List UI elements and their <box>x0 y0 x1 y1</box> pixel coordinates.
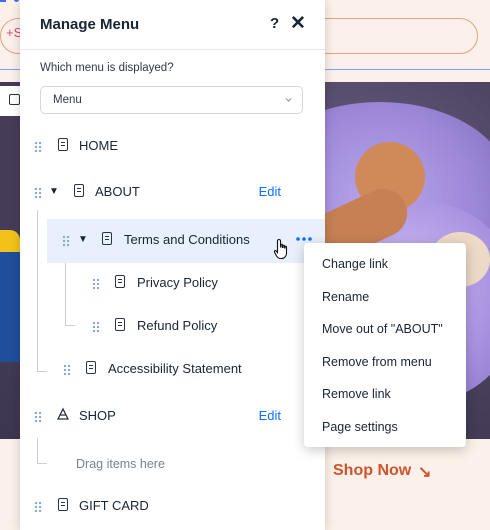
close-button[interactable]: ✕ <box>290 12 306 35</box>
drag-handle-icon[interactable] <box>34 501 42 513</box>
panel-title: Manage Menu <box>40 16 140 33</box>
drag-handle-icon[interactable] <box>62 235 70 247</box>
page-settings-option[interactable]: Page settings <box>304 411 466 444</box>
help-button[interactable]: ? <box>270 15 279 32</box>
menu-item-label: GIFT CARD <box>79 498 149 513</box>
hand-cursor-icon <box>273 238 288 260</box>
edit-about-link[interactable]: Edit <box>259 184 281 199</box>
menu-item-label: Refund Policy <box>137 318 218 333</box>
layout-icon <box>9 94 20 105</box>
tree-corner-shop <box>37 438 47 464</box>
layout-tool-button[interactable] <box>0 86 22 116</box>
drag-handle-icon[interactable] <box>34 141 42 153</box>
menu-item-label: SHOP <box>79 408 116 423</box>
menu-item-label: Terms and Conditions <box>124 232 250 247</box>
edit-shop-link[interactable]: Edit <box>259 408 281 423</box>
page-icon <box>74 184 84 197</box>
panel-header: Manage Menu ? ✕ <box>20 0 325 50</box>
chevron-down-icon <box>285 95 292 102</box>
manage-menu-panel: Manage Menu ? ✕ Which menu is displayed?… <box>20 0 325 530</box>
remove-from-menu-option[interactable]: Remove from menu <box>304 346 466 379</box>
menu-item-gift-card[interactable]: GIFT CARD <box>20 485 325 529</box>
drag-handle-icon[interactable] <box>34 187 42 199</box>
menu-item-label: HOME <box>79 138 118 153</box>
hero-image-blue-bowl <box>0 252 20 362</box>
menu-select-value: Menu <box>53 94 82 106</box>
menu-select[interactable]: Menu <box>40 86 303 114</box>
menu-item-refund-policy[interactable]: Refund Policy <box>20 305 325 349</box>
menu-item-accessibility-statement[interactable]: Accessibility Statement <box>20 348 325 392</box>
drag-handle-icon[interactable] <box>92 278 100 290</box>
menu-item-label: Privacy Policy <box>137 275 218 290</box>
selection-indicator-line <box>0 0 6 2</box>
arrow-down-right-icon: ↘ <box>418 464 432 481</box>
drag-handle-icon[interactable] <box>92 321 100 333</box>
menu-item-privacy-policy[interactable]: Privacy Policy <box>20 262 325 306</box>
drop-placeholder: Drag items here <box>76 457 165 471</box>
menu-item-home[interactable]: HOME <box>20 125 325 169</box>
drag-handle-icon[interactable] <box>34 411 42 423</box>
which-menu-label: Which menu is displayed? <box>40 62 174 74</box>
drag-handle-icon[interactable] <box>63 364 71 376</box>
expand-triangle-icon[interactable]: ▼ <box>78 234 88 245</box>
menu-item-shop[interactable]: SHOP Edit <box>20 395 325 439</box>
context-menu: Change link Rename Move out of "ABOUT" R… <box>304 243 466 447</box>
page-icon <box>58 138 68 151</box>
page-icon <box>115 318 125 331</box>
page-icon <box>58 498 68 511</box>
expand-triangle-icon[interactable]: ▼ <box>49 186 59 197</box>
menu-item-label: ABOUT <box>95 184 140 199</box>
change-link-option[interactable]: Change link <box>304 248 466 281</box>
page-icon <box>115 275 125 288</box>
shop-icon <box>56 407 70 420</box>
menu-item-about[interactable]: ▼ ABOUT Edit <box>20 171 325 215</box>
shop-now-link[interactable]: Shop Now <box>333 462 411 480</box>
menu-item-label: Accessibility Statement <box>108 361 242 376</box>
page-icon <box>102 232 112 245</box>
page-icon <box>86 361 96 374</box>
rename-option[interactable]: Rename <box>304 281 466 314</box>
move-out-option[interactable]: Move out of "ABOUT" <box>304 313 466 346</box>
remove-link-option[interactable]: Remove link <box>304 378 466 411</box>
